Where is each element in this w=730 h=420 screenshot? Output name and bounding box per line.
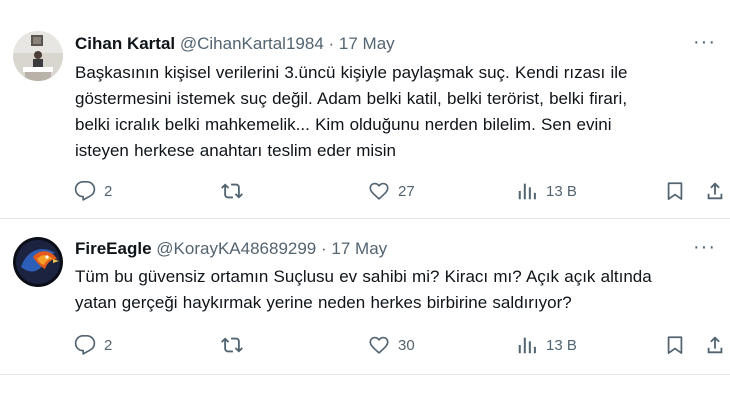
tweet-text-line: Tüm bu güvensiz ortamın Suçlusu ev sahib… (75, 267, 652, 286)
views-button[interactable]: 13 B (516, 332, 577, 358)
author-name[interactable]: Cihan Kartal (75, 34, 175, 53)
retweet-button[interactable] (221, 332, 251, 358)
views-count: 13 B (546, 336, 577, 354)
like-count: 27 (398, 182, 415, 200)
share-icon (707, 182, 723, 200)
share-button[interactable] (704, 332, 726, 358)
tweet: FireEagle @KorayKA48689299 · 17 May ··· … (0, 219, 730, 375)
bookmark-icon (667, 182, 683, 200)
share-icon (707, 336, 723, 354)
heart-icon (369, 182, 389, 200)
tweet-text-line: belki icralık belki mahkemelik... Kim ol… (75, 115, 612, 134)
reply-count: 2 (104, 336, 113, 354)
reply-count: 2 (104, 182, 113, 200)
tweet-header: FireEagle @KorayKA48689299 · 17 May (75, 238, 387, 260)
retweet-button[interactable] (221, 178, 251, 204)
retweet-icon (221, 183, 243, 199)
views-button[interactable]: 13 B (516, 178, 577, 204)
tweet-text: Başkasının kişisel verilerini 3.üncü kiş… (75, 60, 715, 164)
reply-button[interactable]: 2 (74, 332, 112, 358)
avatar[interactable] (13, 31, 63, 81)
bookmark-button[interactable] (664, 332, 686, 358)
bookmark-icon (667, 336, 683, 354)
tweet: Cihan Kartal @CihanKartal1984 · 17 May ·… (0, 0, 730, 219)
tweet-date[interactable]: 17 May (331, 239, 387, 258)
author-handle[interactable]: @KorayKA48689299 (156, 239, 316, 258)
tweet-actions: 2 27 13 B (0, 178, 730, 204)
tweet-actions: 2 30 13 B (0, 332, 730, 358)
tweet-header: Cihan Kartal @CihanKartal1984 · 17 May (75, 33, 395, 55)
reply-icon (74, 181, 96, 201)
tweet-date[interactable]: 17 May (339, 34, 395, 53)
separator-dot: · (321, 239, 327, 258)
retweet-icon (221, 337, 243, 353)
like-button[interactable]: 27 (368, 178, 415, 204)
tweet-text-line: göstermesini istemek suç değil. Adam bel… (75, 89, 628, 108)
author-handle[interactable]: @CihanKartal1984 (180, 34, 324, 53)
heart-icon (369, 336, 389, 354)
more-options-icon[interactable]: ··· (693, 31, 716, 54)
avatar[interactable] (13, 237, 63, 287)
share-button[interactable] (704, 178, 726, 204)
tweet-text-line: yatan gerçeği haykırmak yerine neden her… (75, 293, 572, 312)
reply-button[interactable]: 2 (74, 178, 112, 204)
tweet-text: Tüm bu güvensiz ortamın Suçlusu ev sahib… (75, 264, 715, 316)
reply-icon (74, 335, 96, 355)
tweet-text-line: isteyen herkese anahtarı teslim eder mis… (75, 141, 396, 160)
views-icon (518, 337, 536, 354)
views-icon (518, 183, 536, 200)
like-count: 30 (398, 336, 415, 354)
bookmark-button[interactable] (664, 178, 686, 204)
like-button[interactable]: 30 (368, 332, 415, 358)
author-name[interactable]: FireEagle (75, 239, 152, 258)
separator-dot: · (328, 34, 335, 53)
tweet-text-line: Başkasının kişisel verilerini 3.üncü kiş… (75, 63, 628, 82)
views-count: 13 B (546, 182, 577, 200)
more-options-icon[interactable]: ··· (693, 236, 716, 259)
